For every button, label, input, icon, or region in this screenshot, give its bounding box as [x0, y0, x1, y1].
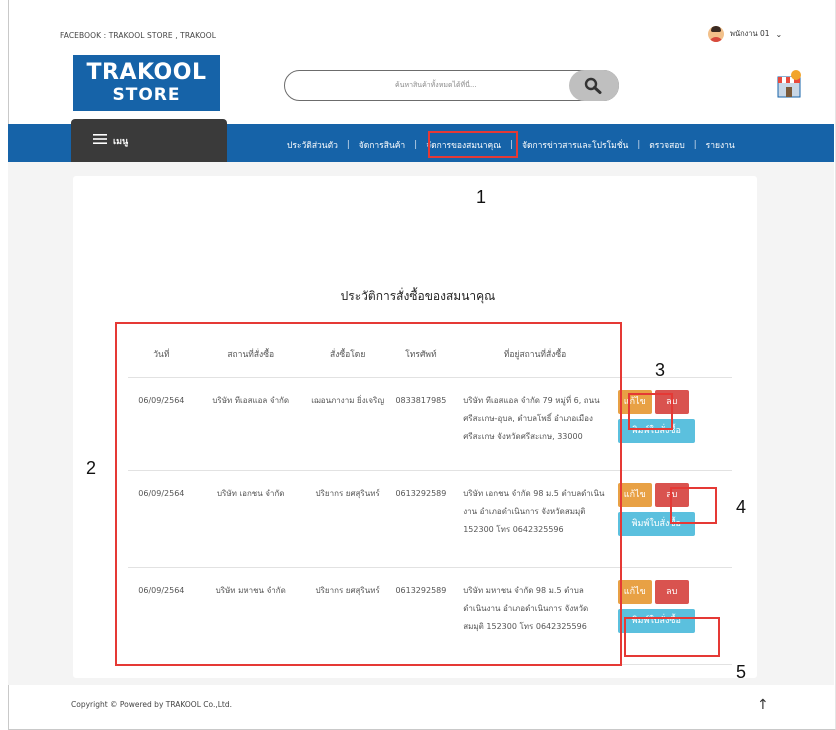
nav-item-profile[interactable]: ประวัติส่วนตัว: [287, 138, 338, 152]
edit-button[interactable]: แก้ไข: [617, 483, 652, 507]
menu-label: เมนู: [113, 137, 129, 147]
nav-item-check[interactable]: ตรวจสอบ: [649, 138, 685, 152]
search-icon: [584, 77, 602, 94]
callout-2: 2: [86, 458, 97, 478]
annotation-box-5: [624, 617, 720, 657]
search-bar[interactable]: ค้นหาสินค้าทั้งหมดได้ที่นี่...: [284, 70, 619, 101]
edit-button[interactable]: แก้ไข: [617, 580, 652, 604]
scroll-top-icon[interactable]: ↑: [757, 697, 769, 713]
nav-separator: |: [637, 140, 641, 150]
nav-separator: |: [346, 140, 350, 150]
shop-icon[interactable]: [775, 69, 803, 99]
user-name: พนักงาน 01: [730, 29, 770, 38]
avatar: [708, 26, 724, 42]
page-title: ประวัติการสั่งซื้อของสมนาคุณ: [340, 289, 496, 303]
column-header-actions: [609, 331, 732, 378]
nav-separator: |: [414, 140, 418, 150]
delete-button[interactable]: ลบ: [654, 580, 689, 604]
annotation-box-3: [628, 393, 673, 430]
logo-line-2: STORE: [112, 85, 181, 105]
annotation-box-4: [670, 487, 717, 524]
nav-separator: |: [693, 140, 697, 150]
callout-3: 3: [655, 360, 666, 380]
nav-item-products[interactable]: จัดการสินค้า: [359, 138, 405, 152]
social-links[interactable]: FACEBOOK : TRAKOOL STORE , TRAKOOL: [60, 31, 216, 40]
chevron-down-icon: ⌄: [775, 29, 783, 39]
callout-1: 1: [476, 187, 487, 207]
store-logo[interactable]: TRAKOOL STORE: [73, 55, 220, 111]
search-input[interactable]: ค้นหาสินค้าทั้งหมดได้ที่นี่...: [395, 80, 477, 91]
user-menu[interactable]: พนักงาน 01 ⌄: [708, 26, 782, 42]
hamburger-icon: [93, 134, 107, 144]
annotation-box-2: [115, 322, 622, 666]
nav-item-report[interactable]: รายงาน: [706, 138, 735, 152]
search-button[interactable]: [569, 70, 619, 101]
callout-5: 5: [736, 662, 747, 682]
menu-button[interactable]: เมนู: [71, 119, 227, 162]
callout-4: 4: [736, 497, 747, 517]
annotation-box-1: [428, 131, 518, 158]
footer-copyright: Copyright © Powered by TRAKOOL Co.,Ltd.: [71, 700, 232, 709]
nav-item-news[interactable]: จัดการข่าวสารและโปรโมชั่น: [522, 138, 628, 152]
logo-line-1: TRAKOOL: [86, 60, 207, 85]
